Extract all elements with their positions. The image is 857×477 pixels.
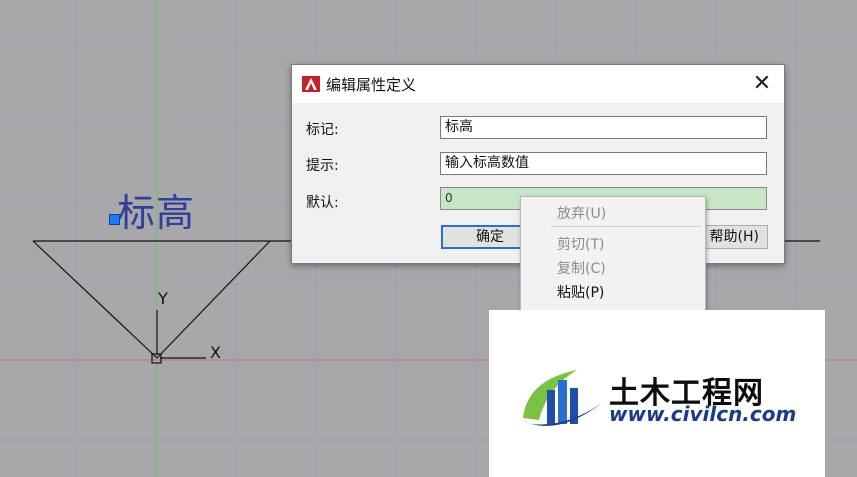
prompt-field[interactable]: 输入标高数值 [440,152,767,175]
watermark-url: www.civilcn.com [609,402,797,426]
menu-item-cut[interactable]: 剪切(T) [557,234,604,254]
cad-attribute-text[interactable]: 标高 [117,182,195,237]
default-label: 默认: [306,195,339,211]
close-icon[interactable]: ✕ [748,71,776,97]
civilcn-logo-icon [521,370,603,426]
y-axis-label: Y [158,289,168,308]
tag-label: 标记: [306,122,339,138]
dialog-title: 编辑属性定义 [326,76,417,94]
prompt-label: 提示: [306,158,339,174]
grip-handle[interactable] [109,214,120,225]
menu-separator [551,226,701,227]
autocad-logo-icon [302,76,320,92]
dialog-titlebar[interactable]: 编辑属性定义 ✕ [292,65,784,103]
x-axis-label: X [210,343,221,362]
menu-item-paste[interactable]: 粘贴(P) [557,282,604,302]
menu-item-undo[interactable]: 放弃(U) [557,203,606,223]
context-menu: 放弃(U) 剪切(T) 复制(C) 粘贴(P) [520,196,706,312]
tag-field[interactable]: 标高 [440,116,767,139]
menu-item-copy[interactable]: 复制(C) [557,258,606,278]
watermark-overlay: 土木工程网 www.civilcn.com [489,310,825,477]
